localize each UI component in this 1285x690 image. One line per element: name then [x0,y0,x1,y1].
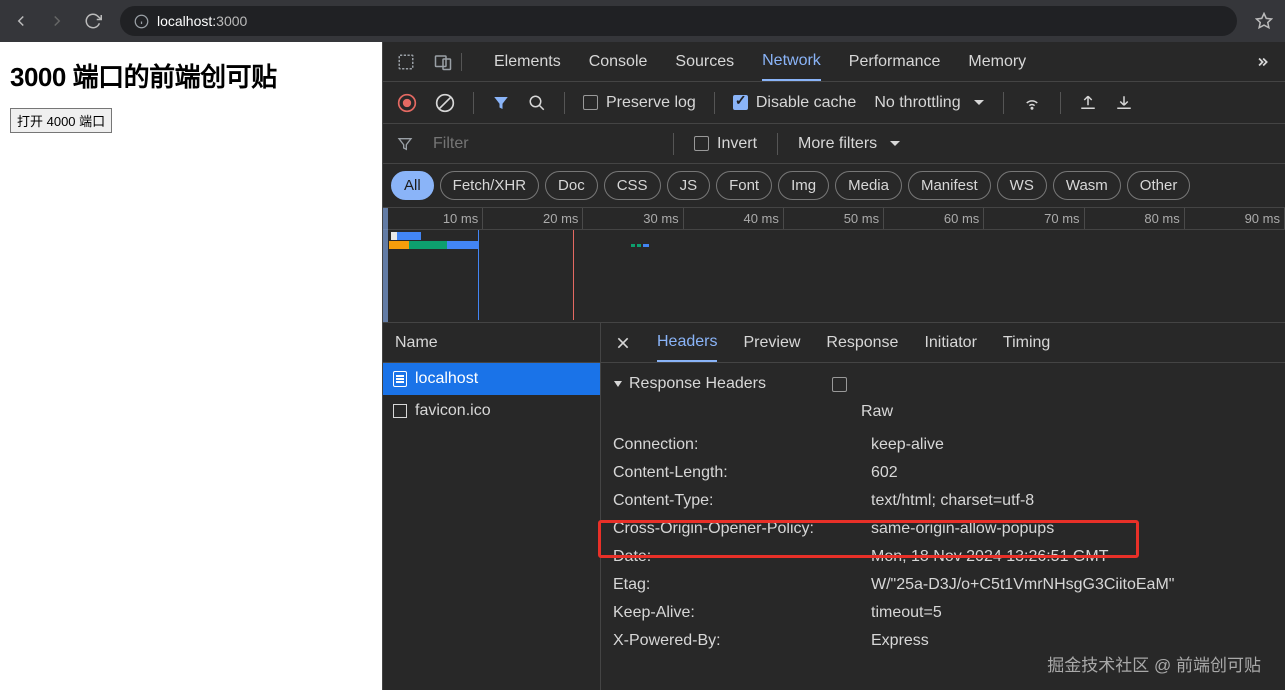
invert-label: Invert [717,135,757,153]
tab-elements[interactable]: Elements [494,42,561,81]
record-button[interactable] [397,93,417,113]
main-area: 3000 端口的前端创可贴 打开 4000 端口 Elements Consol… [0,42,1285,690]
name-column-header[interactable]: Name [383,323,600,363]
type-manifest[interactable]: Manifest [908,171,991,200]
request-favicon[interactable]: favicon.ico [383,395,600,427]
close-icon[interactable] [615,335,631,351]
preserve-log-checkbox[interactable]: Preserve log [583,94,696,112]
wifi-icon[interactable] [1022,94,1042,112]
header-coop: Cross-Origin-Opener-Policy:same-origin-a… [601,515,1285,543]
header-etag: Etag:W/"25a-D3J/o+C5t1VmrNHsgG3CiitoEaM" [601,571,1285,599]
request-name: favicon.ico [415,402,491,420]
type-filters: All Fetch/XHR Doc CSS JS Font Img Media … [383,164,1285,208]
document-icon [393,371,407,387]
disable-cache-label: Disable cache [756,94,857,112]
detail-tab-timing[interactable]: Timing [1003,323,1050,362]
type-other[interactable]: Other [1127,171,1191,200]
inspect-icon[interactable] [397,53,415,71]
network-split: Name localhost favicon.ico Headers Previ… [383,323,1285,690]
open-4000-button[interactable]: 打开 4000 端口 [10,108,112,133]
network-toolbar: Preserve log Disable cache No throttling [383,82,1285,124]
clear-button[interactable] [435,93,455,113]
tab-performance[interactable]: Performance [849,42,941,81]
type-js[interactable]: JS [667,171,711,200]
header-content-length: Content-Length:602 [601,459,1285,487]
reload-button[interactable] [84,12,102,30]
preserve-log-label: Preserve log [606,94,696,112]
request-localhost[interactable]: localhost [383,363,600,395]
back-button[interactable] [12,12,30,30]
type-doc[interactable]: Doc [545,171,598,200]
tab-sources[interactable]: Sources [675,42,734,81]
header-date: Date:Mon, 18 Nov 2024 13:26:51 GMT [601,543,1285,571]
detail-tab-preview[interactable]: Preview [743,323,800,362]
section-title: Response Headers [629,375,766,393]
more-filters[interactable]: More filters [798,135,901,153]
forward-button[interactable] [48,12,66,30]
request-list: Name localhost favicon.ico [383,323,601,690]
upload-icon[interactable] [1079,94,1097,112]
browser-toolbar: localhost:3000 [0,0,1285,42]
device-toggle-icon[interactable] [433,53,453,71]
response-headers-section[interactable]: Response Headers [601,369,1285,399]
invert-checkbox[interactable]: Invert [694,135,757,153]
type-media[interactable]: Media [835,171,902,200]
page-content: 3000 端口的前端创可贴 打开 4000 端口 [0,42,382,690]
more-tabs-icon[interactable] [1253,55,1271,69]
more-filters-label: More filters [798,135,877,153]
raw-label: Raw [861,403,893,421]
tab-memory[interactable]: Memory [968,42,1026,81]
bookmark-button[interactable] [1255,12,1273,30]
type-font[interactable]: Font [716,171,772,200]
devtools-tabs: Elements Console Sources Network Perform… [383,42,1285,82]
timeline-cursor [383,208,388,322]
header-connection: Connection:keep-alive [601,431,1285,459]
filter-icon[interactable] [492,94,510,112]
download-icon[interactable] [1115,94,1133,112]
tab-network[interactable]: Network [762,42,821,81]
raw-checkbox[interactable] [832,377,847,392]
detail-tab-headers[interactable]: Headers [657,323,717,362]
type-fetch[interactable]: Fetch/XHR [440,171,539,200]
type-css[interactable]: CSS [604,171,661,200]
header-keep-alive: Keep-Alive:timeout=5 [601,599,1285,627]
info-icon [134,14,149,29]
filter-input[interactable] [433,135,653,153]
url-bar[interactable]: localhost:3000 [120,6,1237,36]
detail-tabs: Headers Preview Response Initiator Timin… [601,323,1285,363]
url-text: localhost:3000 [157,13,247,29]
type-wasm[interactable]: Wasm [1053,171,1121,200]
search-icon[interactable] [528,94,546,112]
timeline[interactable]: 10 ms 20 ms 30 ms 40 ms 50 ms 60 ms 70 m… [383,208,1285,323]
timeline-bars [383,230,1285,249]
request-name: localhost [415,370,478,388]
raw-toggle[interactable]: Raw [601,399,1285,431]
throttle-select[interactable]: No throttling [874,94,984,112]
throttle-label: No throttling [874,94,960,112]
funnel-icon [397,136,413,152]
detail-panel: Headers Preview Response Initiator Timin… [601,323,1285,690]
page-title: 3000 端口的前端创可贴 [10,57,372,94]
detail-tab-initiator[interactable]: Initiator [924,323,976,362]
type-all[interactable]: All [391,171,434,200]
timeline-ruler: 10 ms 20 ms 30 ms 40 ms 50 ms 60 ms 70 m… [383,208,1285,230]
type-ws[interactable]: WS [997,171,1047,200]
header-content-type: Content-Type:text/html; charset=utf-8 [601,487,1285,515]
disable-cache-checkbox[interactable]: Disable cache [733,94,857,112]
type-img[interactable]: Img [778,171,829,200]
header-x-powered-by: X-Powered-By:Express [601,627,1285,655]
filter-row: Invert More filters [383,124,1285,164]
tab-console[interactable]: Console [589,42,648,81]
detail-tab-response[interactable]: Response [826,323,898,362]
file-icon [393,404,407,418]
devtools: Elements Console Sources Network Perform… [382,42,1285,690]
detail-body: Response Headers Raw Connection:keep-ali… [601,363,1285,690]
